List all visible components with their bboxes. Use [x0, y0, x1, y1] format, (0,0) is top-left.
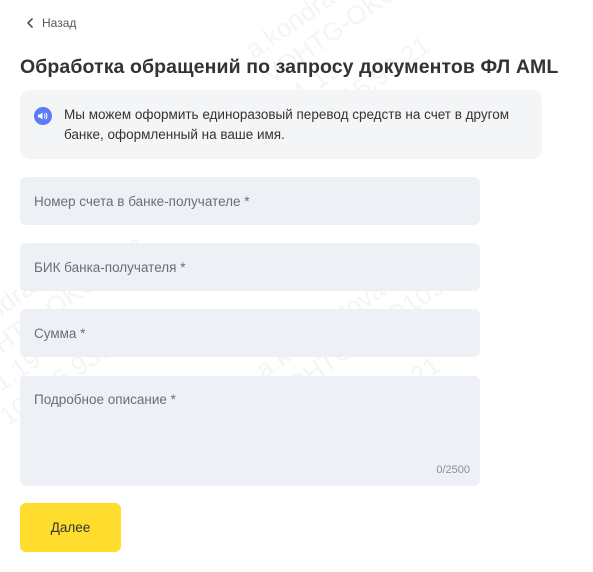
bik-field[interactable]: БИК банка-получателя * [20, 243, 480, 291]
notice-text: Мы можем оформить единоразовый перевод с… [64, 107, 510, 142]
description-textarea[interactable]: Подробное описание * 0/2500 [20, 376, 480, 486]
chevron-left-icon [26, 18, 34, 28]
account-number-placeholder: Номер счета в банке-получателе * [34, 193, 250, 209]
next-button[interactable]: Далее [20, 503, 121, 552]
amount-field[interactable]: Сумма * [20, 309, 480, 357]
page-title: Обработка обращений по запросу документо… [20, 56, 559, 78]
back-label: Назад [42, 16, 77, 30]
character-counter: 0/2500 [436, 464, 470, 476]
description-placeholder: Подробное описание * [34, 392, 176, 407]
back-link[interactable]: Назад [26, 16, 76, 30]
speaker-icon [34, 107, 52, 125]
amount-placeholder: Сумма * [34, 325, 86, 341]
bik-placeholder: БИК банка-получателя * [34, 259, 186, 275]
account-number-field[interactable]: Номер счета в банке-получателе * [20, 177, 480, 225]
info-notice: Мы можем оформить единоразовый перевод с… [20, 90, 542, 159]
